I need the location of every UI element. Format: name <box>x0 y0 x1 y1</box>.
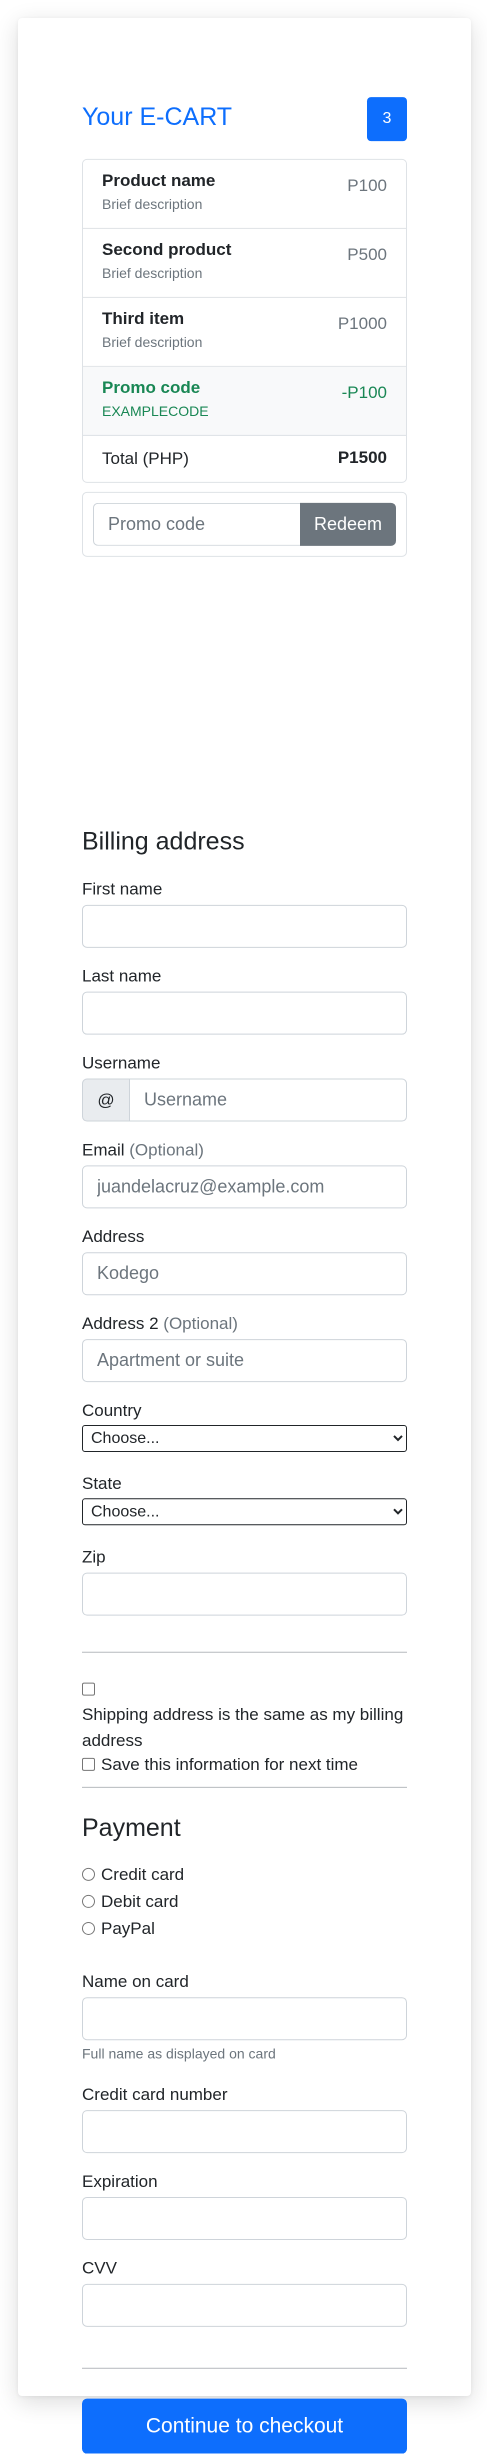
debit-card-label: Debit card <box>101 1892 179 1912</box>
email-label-text: Email <box>82 1140 125 1160</box>
payment-title: Payment <box>82 1813 181 1842</box>
promo-form: Redeem <box>82 491 407 557</box>
address-field[interactable] <box>82 1252 407 1296</box>
at-sign-addon: @ <box>82 1078 130 1122</box>
last-name-label: Last name <box>82 966 162 986</box>
name-on-card-label: Name on card <box>82 1972 189 1992</box>
address2-field[interactable] <box>82 1339 407 1383</box>
card-number-field[interactable] <box>82 2110 407 2154</box>
paypal-label: PayPal <box>101 1919 155 1939</box>
email-label: Email (Optional) <box>82 1140 204 1160</box>
credit-card-radio[interactable] <box>82 1867 95 1881</box>
promo-code-input[interactable] <box>93 502 300 546</box>
username-group: @ <box>82 1078 407 1122</box>
same-address-checkbox[interactable] <box>82 1682 95 1696</box>
address2-optional-text: (Optional) <box>163 1313 238 1333</box>
country-select[interactable]: Choose... <box>82 1424 407 1452</box>
divider <box>82 2367 407 2369</box>
cart-total-row: Total (PHP) P1500 <box>83 436 406 482</box>
state-label: State <box>82 1474 122 1494</box>
cart-header: Your E-CART 3 <box>82 97 407 142</box>
email-field[interactable] <box>82 1165 407 1209</box>
country-label: Country <box>82 1400 142 1420</box>
debit-card-radio[interactable] <box>82 1894 95 1908</box>
cart-item: Product name Brief description P100 <box>83 160 406 229</box>
cart-item-description: Brief description <box>102 264 203 281</box>
expiration-label: Expiration <box>82 2171 158 2191</box>
cart-item-description: Brief description <box>102 333 203 350</box>
card-number-label: Credit card number <box>82 2085 228 2105</box>
expiration-field[interactable] <box>82 2196 407 2240</box>
address2-label: Address 2 (Optional) <box>82 1314 238 1334</box>
cart-item-name: Second product <box>102 239 232 259</box>
cart-total-label: Total (PHP) <box>102 448 189 468</box>
first-name-label: First name <box>82 879 163 899</box>
state-select[interactable]: Choose... <box>82 1498 407 1526</box>
redeem-button[interactable]: Redeem <box>300 502 396 546</box>
zip-field[interactable] <box>82 1572 407 1616</box>
cart-list: Product name Brief description P100 Seco… <box>82 158 407 483</box>
address2-label-text: Address 2 <box>82 1313 159 1333</box>
cart-item: Third item Brief description P1000 <box>83 298 406 367</box>
checkout-button[interactable]: Continue to checkout <box>82 2398 407 2454</box>
cart-total-value: P1500 <box>337 447 387 467</box>
last-name-field[interactable] <box>82 991 407 1035</box>
cart-item-price: P500 <box>347 244 387 264</box>
promo-row-code: EXAMPLECODE <box>102 402 209 419</box>
cart-count-badge: 3 <box>367 97 407 142</box>
first-name-field[interactable] <box>82 904 407 948</box>
cart-item-name: Product name <box>102 170 216 190</box>
credit-card-label: Credit card <box>101 1865 185 1885</box>
cart-item-description: Brief description <box>102 195 203 212</box>
billing-title: Billing address <box>82 827 245 856</box>
username-label: Username <box>82 1053 161 1073</box>
email-optional-text: (Optional) <box>129 1140 204 1160</box>
username-field[interactable] <box>129 1078 407 1122</box>
cvv-field[interactable] <box>82 2283 407 2327</box>
cvv-label: CVV <box>82 2258 117 2278</box>
cart-item-price: P1000 <box>337 313 387 333</box>
cart-title: Your E-CART <box>82 103 233 132</box>
save-info-checkbox[interactable] <box>82 1757 95 1771</box>
divider <box>82 1786 407 1788</box>
paypal-radio[interactable] <box>82 1921 95 1935</box>
cart-item-price: P100 <box>347 175 387 195</box>
divider <box>82 1651 407 1653</box>
address-label: Address <box>82 1227 145 1247</box>
promo-row-discount: -P100 <box>341 382 387 402</box>
name-on-card-field[interactable] <box>82 1997 407 2041</box>
zip-label: Zip <box>82 1547 106 1567</box>
promo-row: Promo code EXAMPLECODE -P100 <box>83 366 406 436</box>
save-info-label: Save this information for next time <box>101 1755 359 1775</box>
checkout-card: Your E-CART 3 Product name Brief descrip… <box>18 18 471 2454</box>
cart-item: Second product Brief description P500 <box>83 229 406 298</box>
name-on-card-help: Full name as displayed on card <box>82 2045 276 2062</box>
same-address-label: Shipping address is the same as my billi… <box>82 1704 404 1750</box>
